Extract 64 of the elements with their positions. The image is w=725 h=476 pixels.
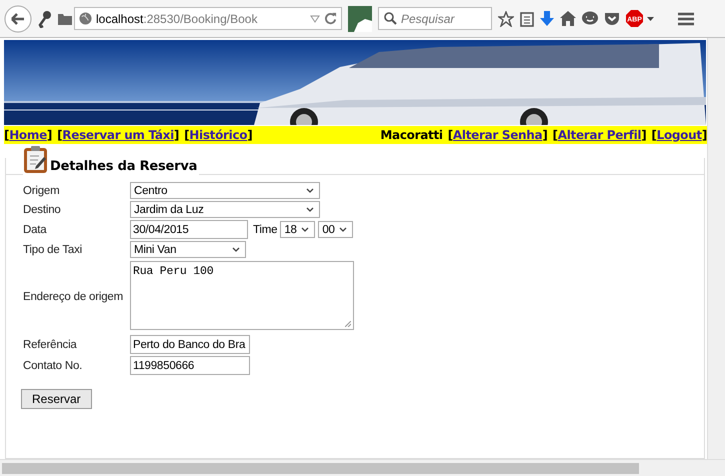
nav-link[interactable]: Home xyxy=(9,128,47,142)
field-label: Destino xyxy=(23,204,62,216)
bracket: ] xyxy=(641,128,646,142)
reload-icon[interactable] xyxy=(324,12,337,25)
back-button[interactable] xyxy=(4,4,32,32)
user-name: Macoratti xyxy=(380,128,443,142)
address-bar[interactable]: localhost:28530/Booking/Book xyxy=(74,7,342,30)
bracket: [ xyxy=(651,128,657,142)
field-label: Endereço de origem xyxy=(23,290,124,302)
search-placeholder: Pesquisar xyxy=(401,12,454,26)
search-icon xyxy=(384,12,397,25)
time-label: Time xyxy=(253,224,278,236)
submit-button[interactable]: Reservar xyxy=(21,389,92,409)
chat-icon[interactable] xyxy=(582,11,598,26)
nav-link[interactable]: Logout xyxy=(656,128,702,142)
globe-icon xyxy=(79,12,92,25)
caret-icon xyxy=(306,188,314,194)
bracket: [ xyxy=(448,128,453,142)
clipboard-icon xyxy=(23,144,48,174)
caret-icon xyxy=(301,226,310,232)
select-field[interactable]: Mini Van xyxy=(130,241,246,258)
nav-link[interactable]: Alterar Senha xyxy=(452,128,542,142)
pocket-icon[interactable] xyxy=(604,12,620,26)
caret-icon xyxy=(306,206,314,212)
url-text: localhost:28530/Booking/Book xyxy=(96,12,258,26)
caret-icon xyxy=(232,246,240,252)
hour-select[interactable]: 18 xyxy=(280,221,316,238)
bracket: ] xyxy=(702,128,707,142)
bracket: ] xyxy=(542,128,548,142)
download-icon[interactable] xyxy=(540,10,554,26)
bracket: [ xyxy=(184,128,190,142)
bracket: ] xyxy=(247,128,252,142)
date-field[interactable]: 30/04/2015 xyxy=(130,220,248,239)
bracket: [ xyxy=(4,128,10,142)
bracket: [ xyxy=(57,128,62,142)
home-icon[interactable] xyxy=(560,11,576,26)
menu-icon[interactable] xyxy=(678,12,694,26)
nav-link[interactable]: Reservar um Táxi xyxy=(62,128,174,142)
resize-grip-icon[interactable] xyxy=(345,321,351,327)
nav-link[interactable]: Histórico xyxy=(189,128,248,142)
key-icon[interactable] xyxy=(38,10,52,28)
field-label: Contato No. xyxy=(23,360,84,372)
section-title: Detalhes da Reserva xyxy=(50,159,198,174)
bracket: [ xyxy=(552,128,558,142)
address-textarea[interactable]: Rua Peru 100 xyxy=(130,261,354,330)
bracket: ] xyxy=(174,128,180,142)
field-label: Tipo de Taxi xyxy=(23,244,83,256)
select-field[interactable]: Centro xyxy=(130,182,320,199)
minute-select[interactable]: 00 xyxy=(318,221,354,238)
bracket: ] xyxy=(46,128,52,142)
field-label: Referência xyxy=(23,338,78,350)
star-icon[interactable] xyxy=(498,10,514,26)
thumbnail-icon[interactable] xyxy=(348,6,372,32)
field-label: Origem xyxy=(23,184,61,196)
folder-icon[interactable] xyxy=(58,12,72,24)
field-label: Data xyxy=(23,224,48,236)
input-field[interactable]: 1199850666 xyxy=(130,356,250,375)
caret-icon xyxy=(339,226,348,232)
input-field[interactable]: Perto do Banco do Bra xyxy=(130,335,250,354)
search-field[interactable]: Pesquisar xyxy=(378,7,492,30)
nav-link[interactable]: Alterar Perfil xyxy=(558,128,642,142)
dropdown-icon[interactable] xyxy=(310,14,320,22)
select-field[interactable]: Jardim da Luz xyxy=(130,201,320,218)
clipboard-icon[interactable] xyxy=(520,10,534,26)
